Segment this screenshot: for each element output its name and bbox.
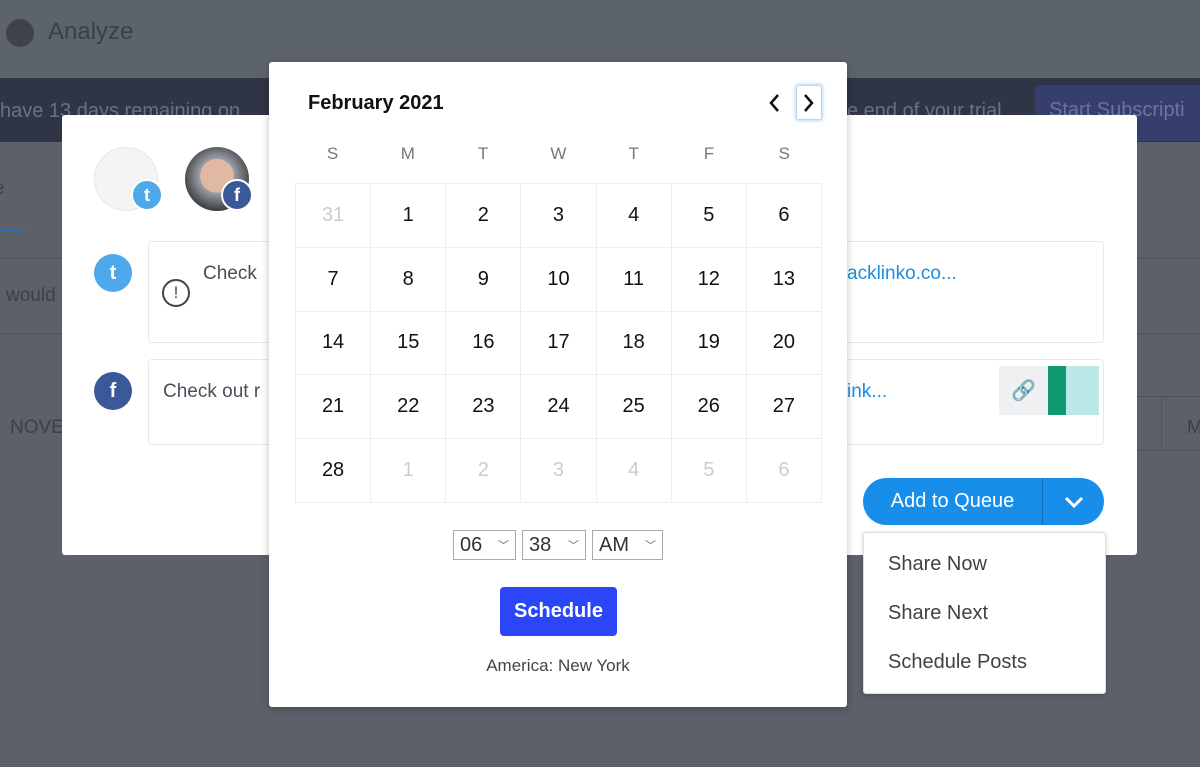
weekday-header: M xyxy=(400,144,415,163)
menu-item-share-now[interactable]: Share Now xyxy=(888,553,987,576)
calendar-day[interactable]: 26 xyxy=(671,375,747,440)
calendar-day[interactable]: 16 xyxy=(446,311,522,376)
calendar-day[interactable]: 28 xyxy=(296,439,372,503)
calendar-day[interactable]: 9 xyxy=(446,247,522,312)
warning-icon: ! xyxy=(162,279,190,307)
bg-row-text: would xyxy=(6,285,56,306)
calendar-day[interactable]: 3 xyxy=(521,184,597,248)
calendar-day-other-month: 6 xyxy=(746,439,822,503)
calendar-day[interactable]: 15 xyxy=(371,311,447,376)
calendar-day[interactable]: 5 xyxy=(671,184,747,248)
calendar-day[interactable]: 10 xyxy=(521,247,597,312)
calendar-day[interactable]: 24 xyxy=(521,375,597,440)
date-picker: February 2021 SMTWTFS 31 1 2 3 4 5 6 7 8 9 10 11 12 1… xyxy=(269,62,847,707)
calendar-day-other-month: 3 xyxy=(521,439,597,503)
calendar-day[interactable]: 27 xyxy=(746,375,822,440)
bg-tab[interactable]: e xyxy=(0,178,5,200)
bg-column-header-right: M xyxy=(1187,417,1200,438)
add-to-queue-group: Add to Queue xyxy=(863,478,1104,525)
weekday-header: S xyxy=(326,144,339,163)
queue-options-menu: Share Now Share Next Schedule Posts xyxy=(863,532,1106,694)
calendar-day[interactable]: 6 xyxy=(746,184,822,248)
calendar-day[interactable]: 11 xyxy=(596,247,672,312)
calendar-day[interactable]: 21 xyxy=(296,375,372,440)
calendar-day[interactable]: 19 xyxy=(671,311,747,376)
chevron-left-icon xyxy=(769,93,779,112)
calendar-day-other-month: 4 xyxy=(596,439,672,503)
weekday-header: T xyxy=(477,144,489,163)
calendar-day[interactable]: 1 xyxy=(371,184,447,248)
link-thumbnail[interactable] xyxy=(1048,366,1099,415)
link-icon[interactable]: 🔗 xyxy=(999,366,1048,415)
next-month-button[interactable] xyxy=(796,85,822,120)
calendar-day-other-month: 2 xyxy=(446,439,522,503)
menu-item-share-next[interactable]: Share Next xyxy=(888,602,988,625)
twitter-icon: t xyxy=(131,179,163,211)
calendar-day[interactable]: 7 xyxy=(296,247,372,312)
facebook-icon: f xyxy=(221,179,253,211)
chevron-down-icon: ﹀ xyxy=(645,540,656,552)
prev-month-button[interactable] xyxy=(761,85,787,120)
calendar-day[interactable]: 2 xyxy=(446,184,522,248)
post-text: Check xyxy=(203,263,257,284)
weekday-header: T xyxy=(628,144,639,163)
divider xyxy=(1161,396,1162,450)
timezone-label: America: New York xyxy=(486,656,630,675)
calendar-day-other-month: 1 xyxy=(371,439,447,503)
menu-item-schedule-posts[interactable]: Schedule Posts xyxy=(888,651,1027,674)
calendar-day[interactable]: 14 xyxy=(296,311,372,376)
post-link[interactable]: acklinko.co... xyxy=(847,263,957,285)
post-text: Check out r xyxy=(163,381,261,402)
tab-underline xyxy=(0,229,26,232)
weekday-header: W xyxy=(550,144,567,163)
divider xyxy=(1137,396,1200,397)
chevron-down-icon: ﹀ xyxy=(568,540,579,552)
add-to-queue-button[interactable]: Add to Queue xyxy=(863,478,1043,525)
schedule-button[interactable]: Schedule xyxy=(500,587,617,636)
calendar-day[interactable]: 12 xyxy=(671,247,747,312)
minute-value: 38 xyxy=(529,533,552,556)
post-link[interactable]: ink... xyxy=(847,381,887,403)
calendar-day[interactable]: 22 xyxy=(371,375,447,440)
calendar-day[interactable]: 17 xyxy=(521,311,597,376)
calendar-day[interactable]: 25 xyxy=(596,375,672,440)
weekday-header: S xyxy=(778,144,790,163)
twitter-icon: t xyxy=(94,254,132,292)
calendar-day[interactable]: 20 xyxy=(746,311,822,376)
chevron-down-icon xyxy=(1064,496,1083,508)
divider xyxy=(1137,450,1200,451)
calendar-day[interactable]: 13 xyxy=(746,247,822,312)
calendar-day-other-month: 5 xyxy=(671,439,747,503)
bg-column-header: NOVE xyxy=(10,417,64,438)
chevron-right-icon xyxy=(804,93,814,112)
ampm-value: AM xyxy=(599,533,629,556)
weekday-header: F xyxy=(703,144,715,163)
pie-chart-icon xyxy=(6,19,34,47)
calendar-grid: 31 1 2 3 4 5 6 7 8 9 10 11 12 13 14 15 16 17 18 19 20 21 22 23 2… xyxy=(295,183,822,503)
calendar-day[interactable]: 23 xyxy=(446,375,522,440)
facebook-icon: f xyxy=(94,372,132,410)
header-title: Analyze xyxy=(48,18,134,45)
calendar-day[interactable]: 18 xyxy=(596,311,672,376)
calendar-day[interactable]: 8 xyxy=(371,247,447,312)
queue-options-button[interactable] xyxy=(1043,478,1104,525)
hour-select[interactable]: 06 ﹀ xyxy=(453,530,516,560)
calendar-day[interactable]: 4 xyxy=(596,184,672,248)
chevron-down-icon: ﹀ xyxy=(498,540,509,552)
ampm-select[interactable]: AM ﹀ xyxy=(592,530,663,560)
hour-value: 06 xyxy=(460,533,483,556)
month-title: February 2021 xyxy=(308,92,444,114)
minute-select[interactable]: 38 ﹀ xyxy=(522,530,586,560)
calendar-day-other-month: 31 xyxy=(296,184,372,248)
